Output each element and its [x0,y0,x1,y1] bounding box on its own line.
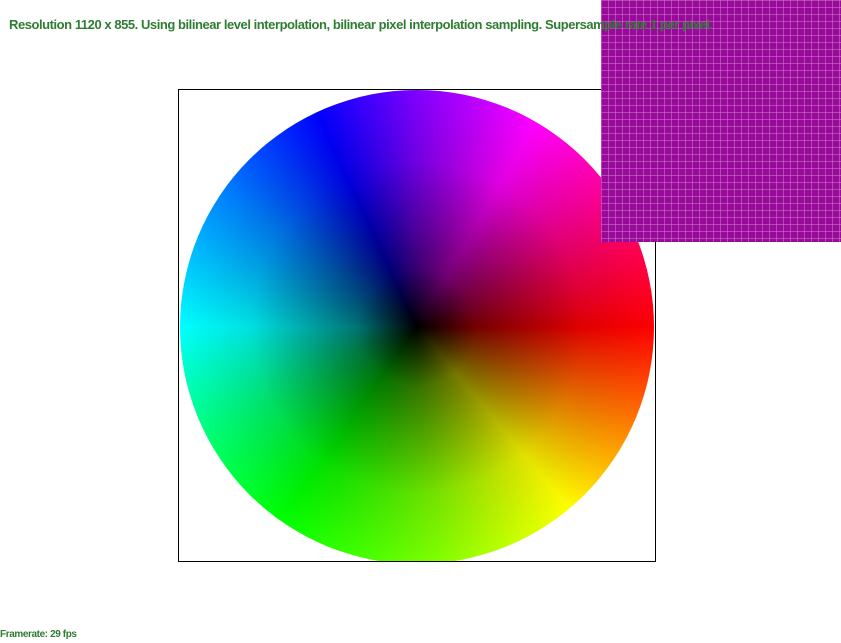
color-wheel-image [180,90,654,561]
render-viewport[interactable] [178,89,656,562]
pixel-zoom-inset [601,0,841,242]
framerate-readout: Framerate: 29 fps [0,629,77,640]
render-status-text: Resolution 1120 x 855. Using bilinear le… [9,17,713,32]
